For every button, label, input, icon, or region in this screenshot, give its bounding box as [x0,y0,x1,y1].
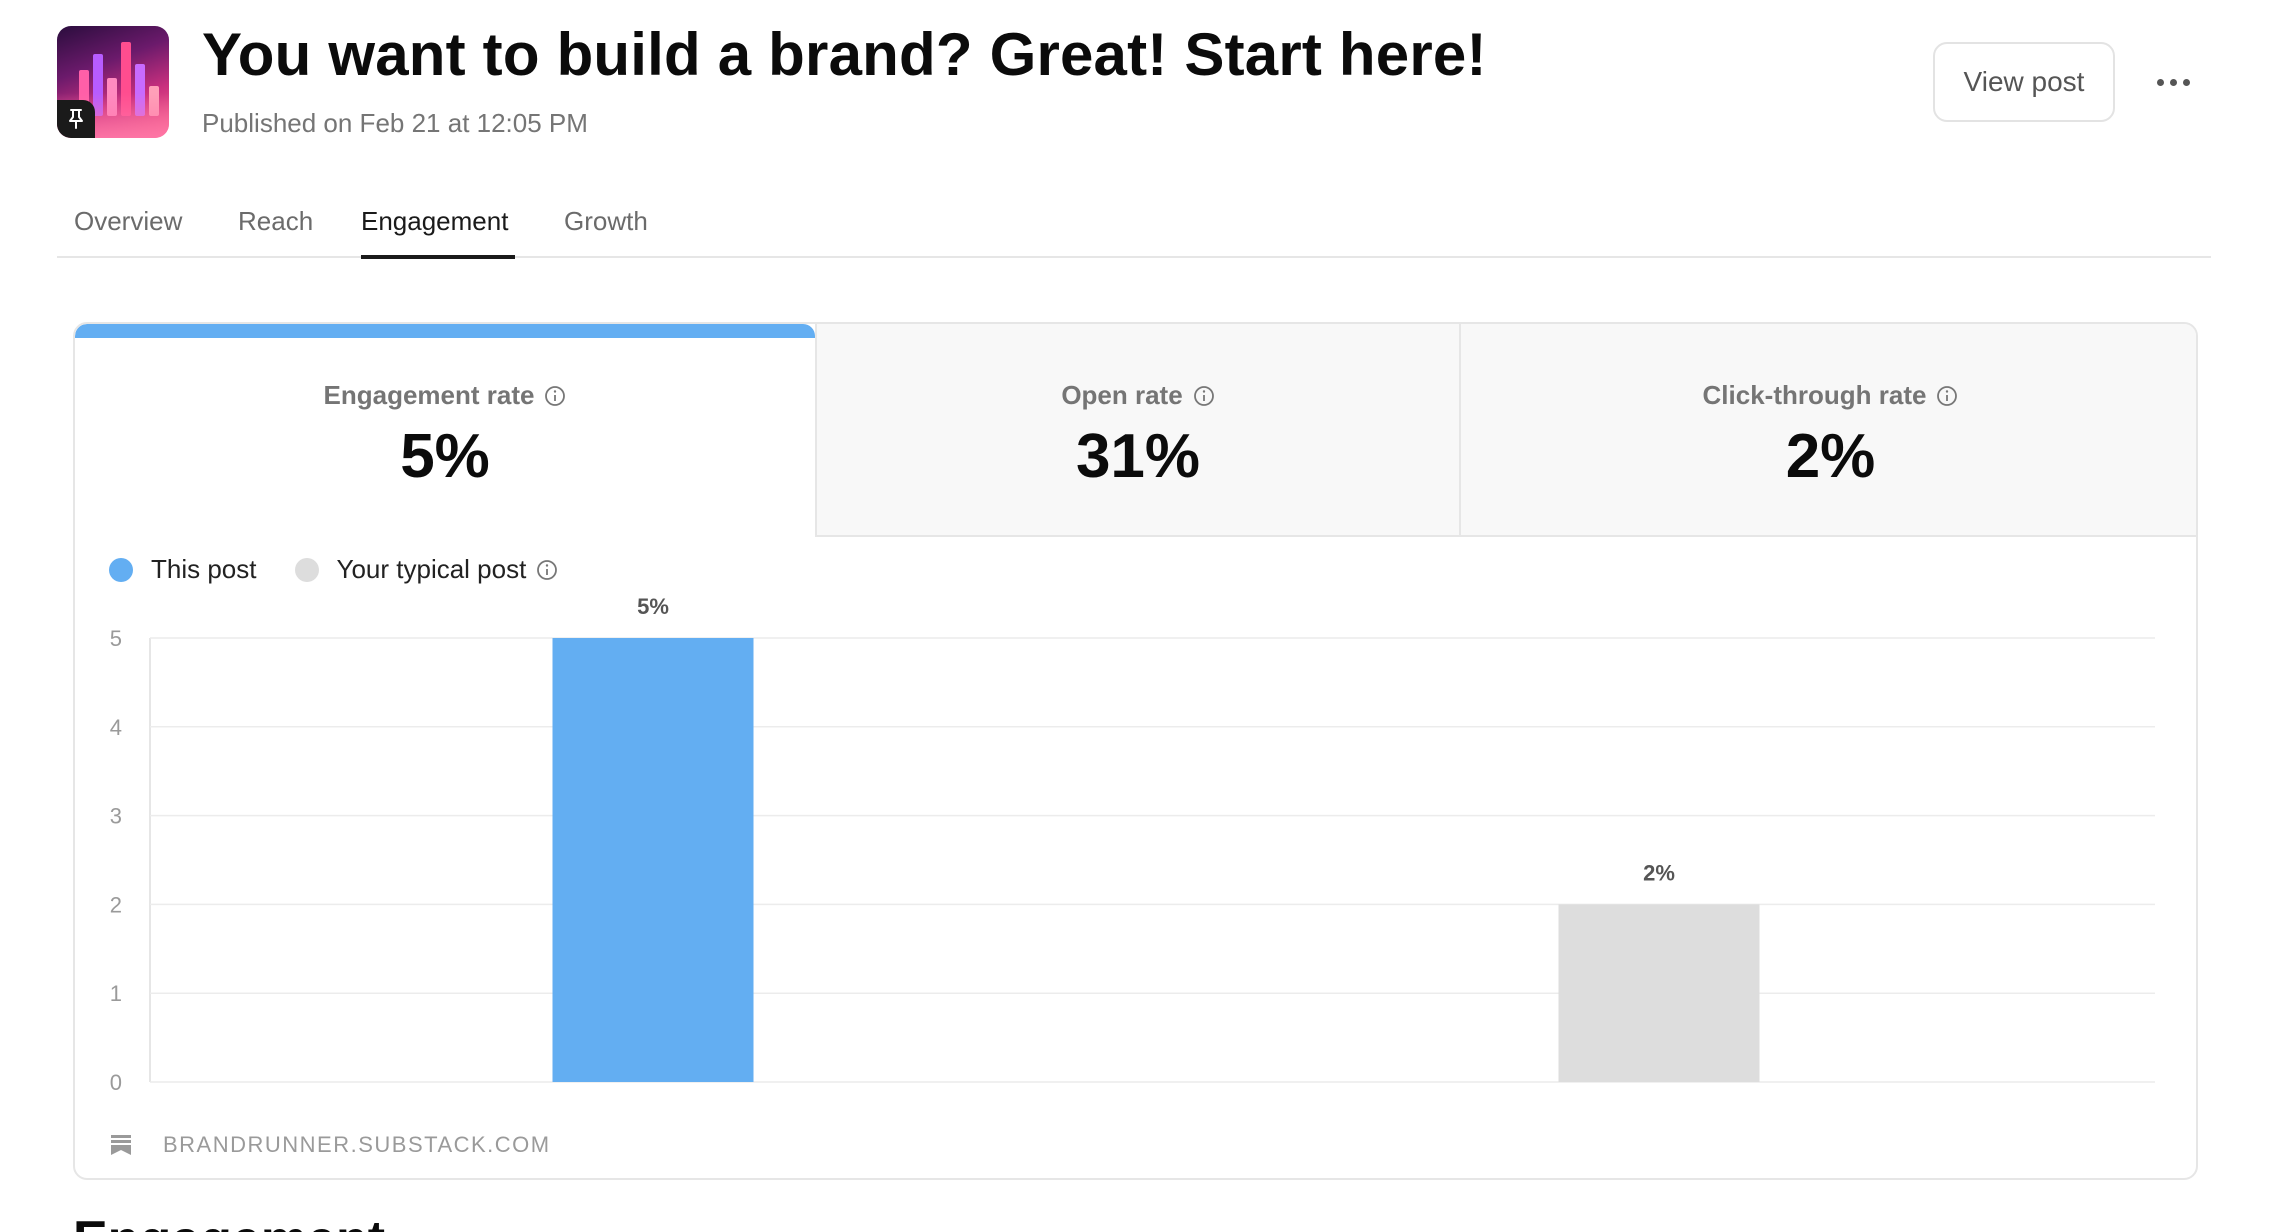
publication-url: BRANDRUNNER.SUBSTACK.COM [163,1132,551,1157]
tab-engagement[interactable]: Engagement [361,206,508,237]
y-tick-label: 2 [110,892,122,917]
y-tick-label: 5 [110,626,122,651]
tab-reach[interactable]: Reach [238,206,313,237]
y-tick-label: 0 [110,1070,122,1095]
pin-icon [57,100,95,138]
y-tick-label: 4 [110,715,122,740]
published-date: Published on Feb 21 at 12:05 PM [202,108,588,138]
tab-growth[interactable]: Growth [564,206,648,237]
bar-typical-post [1558,904,1760,1082]
view-post-button[interactable]: View post [1933,42,2115,122]
tab-bar: Overview Reach Engagement Growth [57,196,2211,259]
y-tick-label: 3 [110,804,122,829]
y-tick-label: 1 [110,981,122,1006]
engagement-card: Engagement rate 5% Open rate 31% Click-t… [73,322,2198,1180]
bar-this-post [552,638,754,1082]
post-stats-page: You want to build a brand? Great! Start … [0,0,2282,1232]
more-options-icon[interactable] [2150,62,2196,102]
engagement-bar-chart: 0 1 2 3 4 5 5% 2% [110,594,2155,1095]
active-tab-indicator [361,255,515,259]
chart-footer: BRANDRUNNER.SUBSTACK.COM [109,1132,551,1158]
bar-data-label: 5% [637,594,669,619]
substack-logo-icon [111,1135,131,1155]
tab-overview[interactable]: Overview [74,206,182,237]
section-heading: Engagement [73,1210,385,1232]
post-title: You want to build a brand? Great! Start … [202,21,1487,88]
bar-data-label: 2% [1643,860,1675,885]
